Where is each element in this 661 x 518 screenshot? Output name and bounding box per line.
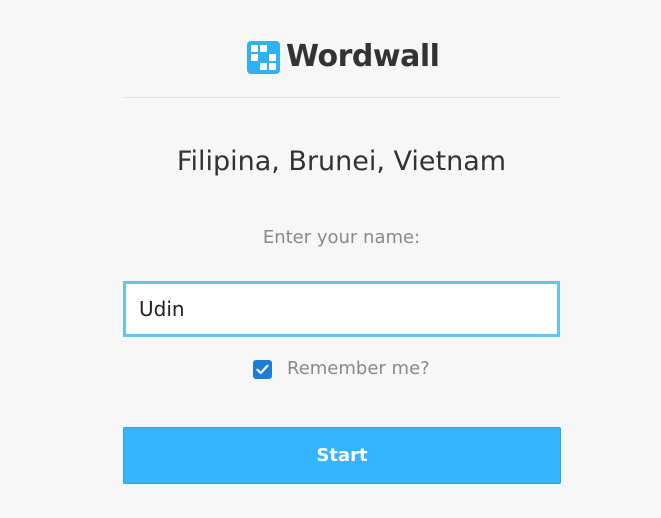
name-input[interactable] (123, 281, 560, 337)
brand-name: Wordwall (286, 39, 440, 74)
join-page: Wordwall Filipina, Brunei, Vietnam Enter… (0, 0, 661, 518)
wordwall-logo[interactable]: Wordwall (247, 39, 440, 74)
remember-me-label[interactable]: Remember me? (287, 357, 430, 381)
wordwall-grid-logo-icon (247, 40, 280, 74)
activity-title: Filipina, Brunei, Vietnam (176, 146, 507, 177)
checkmark-icon (256, 364, 269, 374)
remember-me-checkbox[interactable] (253, 359, 272, 379)
name-prompt: Enter your name: (262, 227, 421, 248)
header-divider (123, 97, 560, 98)
remember-me[interactable]: Remember me? (253, 357, 430, 381)
start-button[interactable]: Start (123, 427, 561, 484)
